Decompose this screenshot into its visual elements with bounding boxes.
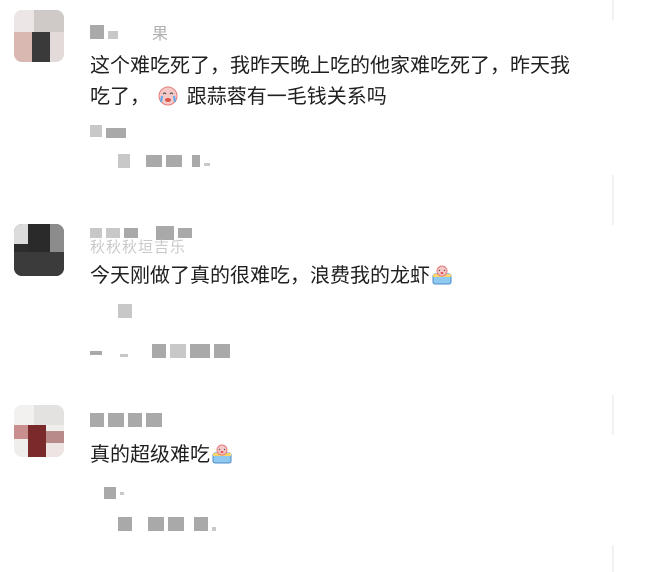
username-char: 果 bbox=[152, 24, 169, 43]
username[interactable] bbox=[90, 413, 166, 427]
comment-text-line: 这个难吃死了，我昨天晚上吃的他家难吃死了，昨天我 bbox=[90, 53, 570, 77]
comment-text-part: 真的超级难吃 bbox=[90, 442, 210, 466]
crying-cake-icon bbox=[432, 265, 452, 285]
scroll-edge bbox=[612, 175, 614, 225]
blurred-meta bbox=[118, 304, 136, 318]
blurred-actions[interactable] bbox=[90, 344, 234, 358]
crying-cake-icon bbox=[212, 444, 232, 464]
crying-face-icon bbox=[158, 86, 178, 106]
scroll-edge bbox=[612, 545, 614, 572]
comment-text: 今天刚做了真的很难吃，浪费我的龙虾 bbox=[90, 260, 590, 291]
blurred-name bbox=[90, 25, 104, 39]
comment-item: 秋秋秋垣吉乐 今天刚做了真的很难吃，浪费我的龙虾 bbox=[0, 210, 610, 380]
comment-text: 真的超级难吃 bbox=[90, 439, 590, 470]
username-faded: 秋秋秋垣吉乐 bbox=[90, 238, 187, 256]
avatar[interactable] bbox=[14, 405, 64, 457]
scroll-edge bbox=[612, 0, 614, 20]
blurred-actions[interactable] bbox=[118, 154, 214, 168]
comments-page: 果 这个难吃死了，我昨天晚上吃的他家难吃死了，昨天我 吃了， 跟蒜蓉有一毛钱关系… bbox=[0, 0, 650, 572]
scroll-edge bbox=[612, 395, 614, 435]
avatar[interactable] bbox=[14, 224, 64, 276]
comment-text-part: 跟蒜蓉有一毛钱关系吗 bbox=[186, 84, 387, 108]
comment-item: 果 这个难吃死了，我昨天晚上吃的他家难吃死了，昨天我 吃了， 跟蒜蓉有一毛钱关系… bbox=[0, 0, 610, 190]
avatar[interactable] bbox=[14, 10, 64, 62]
blurred-actions[interactable] bbox=[118, 517, 220, 531]
blurred-meta bbox=[104, 487, 128, 499]
comment-text: 这个难吃死了，我昨天晚上吃的他家难吃死了，昨天我 吃了， 跟蒜蓉有一毛钱关系吗 bbox=[90, 50, 590, 112]
blurred-meta bbox=[90, 124, 130, 138]
comment-item: 真的超级难吃 bbox=[0, 395, 610, 565]
comment-text-line: 吃了， 跟蒜蓉有一毛钱关系吗 bbox=[90, 81, 590, 112]
blurred-name bbox=[108, 31, 118, 39]
username[interactable]: 果 bbox=[90, 20, 168, 44]
comment-text-part: 吃了， bbox=[90, 84, 150, 108]
comment-text-part: 今天刚做了真的很难吃，浪费我的龙虾 bbox=[90, 263, 430, 287]
